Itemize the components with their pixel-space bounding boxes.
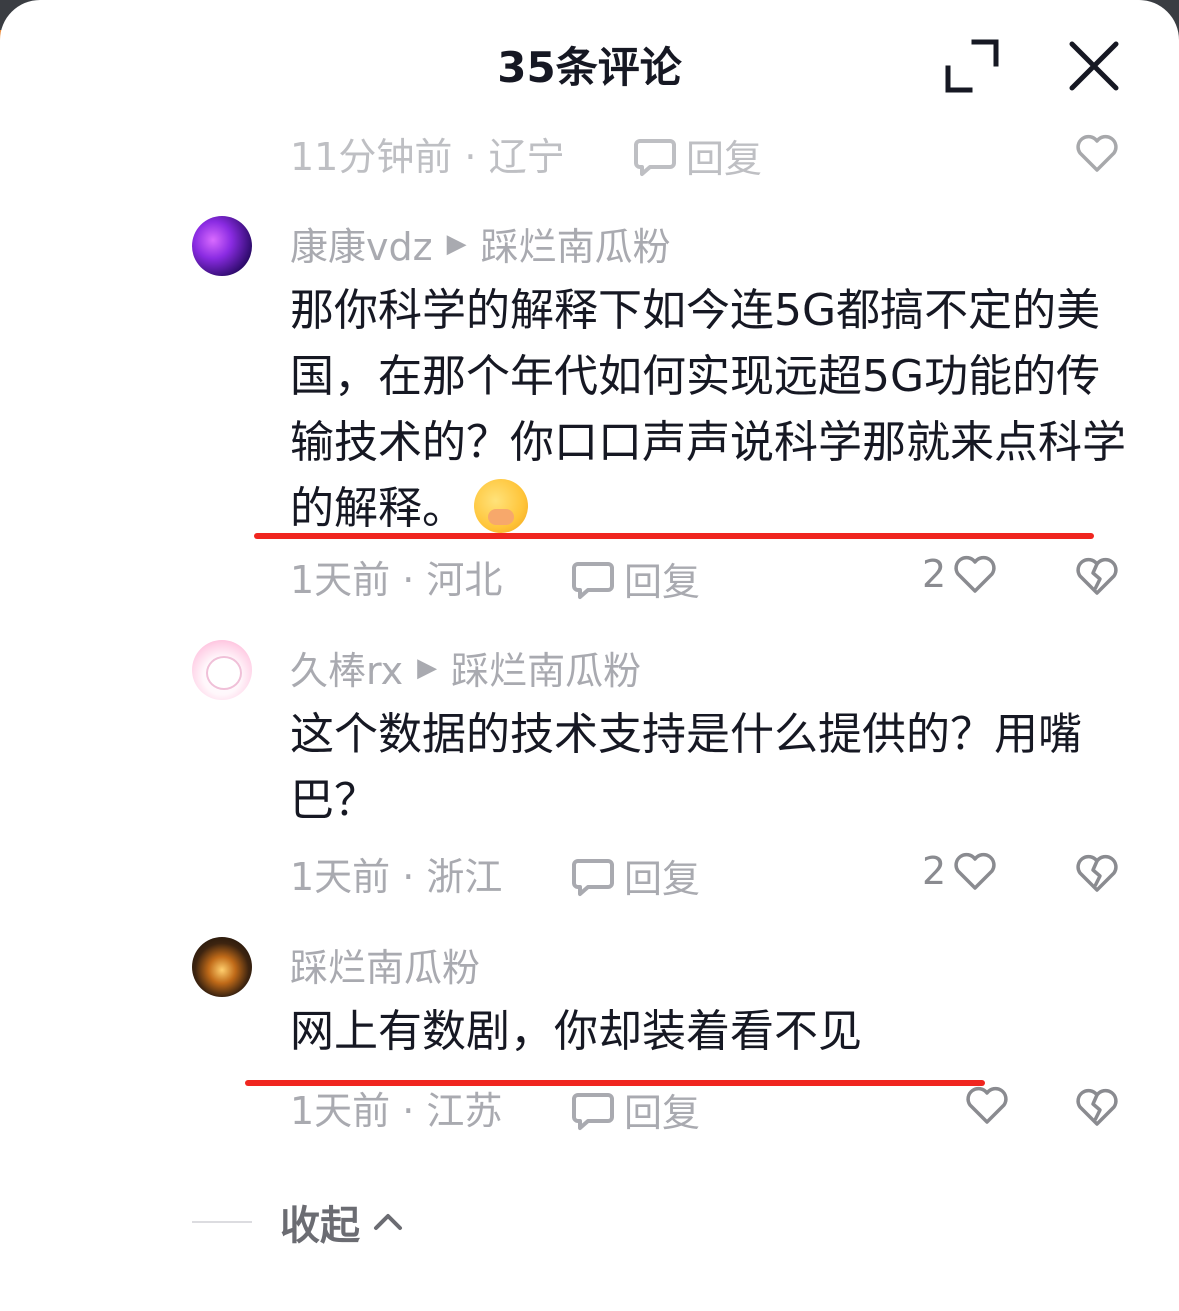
reply-button[interactable]: 回复 <box>570 848 700 903</box>
broken-heart-icon <box>1076 134 1118 172</box>
comment-content: 那你科学的解释下如今连5G都搞不定的美国，在那个年代如何实现远超5G功能的传输技… <box>290 285 1126 534</box>
heart-icon <box>954 555 996 593</box>
author-name[interactable]: 康康vdz <box>290 216 433 271</box>
broken-heart-icon <box>1076 557 1118 595</box>
comment-meta: 1天前 · 浙江 <box>290 854 503 899</box>
like-count: 2 <box>922 849 947 893</box>
collapse-replies-button[interactable]: 收起 <box>192 1193 406 1251</box>
dislike-button[interactable] <box>1074 553 1120 599</box>
comments-sheet: 35条评论 11分钟前 · 辽宁 回复 康康vdz ▶ 踩烂南瓜粉 那你科学的解… <box>0 0 1179 1311</box>
partial-dislike-button[interactable] <box>1074 130 1120 176</box>
comment-meta: 1天前 · 河北 <box>290 557 503 602</box>
partial-reply-button[interactable]: 回复 <box>632 128 762 183</box>
reply-button[interactable]: 回复 <box>570 1082 700 1137</box>
divider <box>192 1221 252 1223</box>
partial-comment-meta: 11分钟前 · 辽宁 <box>290 134 565 179</box>
comment-author-line: 康康vdz ▶ 踩烂南瓜粉 <box>290 216 671 271</box>
like-count: 2 <box>922 552 947 596</box>
covering-mouth-emoji-icon <box>474 479 528 533</box>
comments-count-title: 35条评论 <box>497 43 682 92</box>
reply-icon <box>572 561 614 599</box>
broken-heart-icon <box>1076 854 1118 892</box>
red-underline-annotation <box>254 533 1094 539</box>
comment-content: 这个数据的技术支持是什么提供的？用嘴巴？ <box>290 709 1082 826</box>
reply-arrow-icon: ▶ <box>446 228 467 259</box>
expand-button[interactable] <box>944 38 1000 94</box>
broken-heart-icon <box>1076 1088 1118 1126</box>
close-button[interactable] <box>1066 38 1122 94</box>
heart-icon <box>966 1086 1008 1124</box>
author-name[interactable]: 久棒rx <box>290 640 403 695</box>
reply-icon <box>572 858 614 896</box>
comment-author-line: 久棒rx ▶ 踩烂南瓜粉 <box>290 640 641 695</box>
dislike-button[interactable] <box>1074 1084 1120 1130</box>
avatar[interactable] <box>192 216 252 276</box>
avatar[interactable] <box>192 937 252 997</box>
reply-to-name[interactable]: 踩烂南瓜粉 <box>451 640 641 695</box>
chevron-up-icon <box>374 1214 402 1230</box>
reply-icon <box>572 1092 614 1130</box>
comment-meta: 1天前 · 江苏 <box>290 1088 503 1133</box>
reply-to-name[interactable]: 踩烂南瓜粉 <box>481 216 671 271</box>
like-button[interactable]: 2 <box>922 551 998 597</box>
like-button[interactable]: 2 <box>922 848 998 894</box>
comment-author-line: 踩烂南瓜粉 <box>290 937 480 992</box>
expand-icon <box>945 39 999 93</box>
dislike-button[interactable] <box>1074 850 1120 896</box>
close-icon <box>1069 41 1119 91</box>
reply-button[interactable]: 回复 <box>570 551 700 606</box>
reply-arrow-icon: ▶ <box>417 652 438 683</box>
like-button[interactable] <box>958 1082 1010 1128</box>
reply-icon <box>634 138 676 176</box>
heart-icon <box>954 852 996 890</box>
comment-content: 网上有数剧，你却装着看不见 <box>290 1006 862 1057</box>
avatar[interactable] <box>192 640 252 700</box>
author-name[interactable]: 踩烂南瓜粉 <box>290 937 480 992</box>
